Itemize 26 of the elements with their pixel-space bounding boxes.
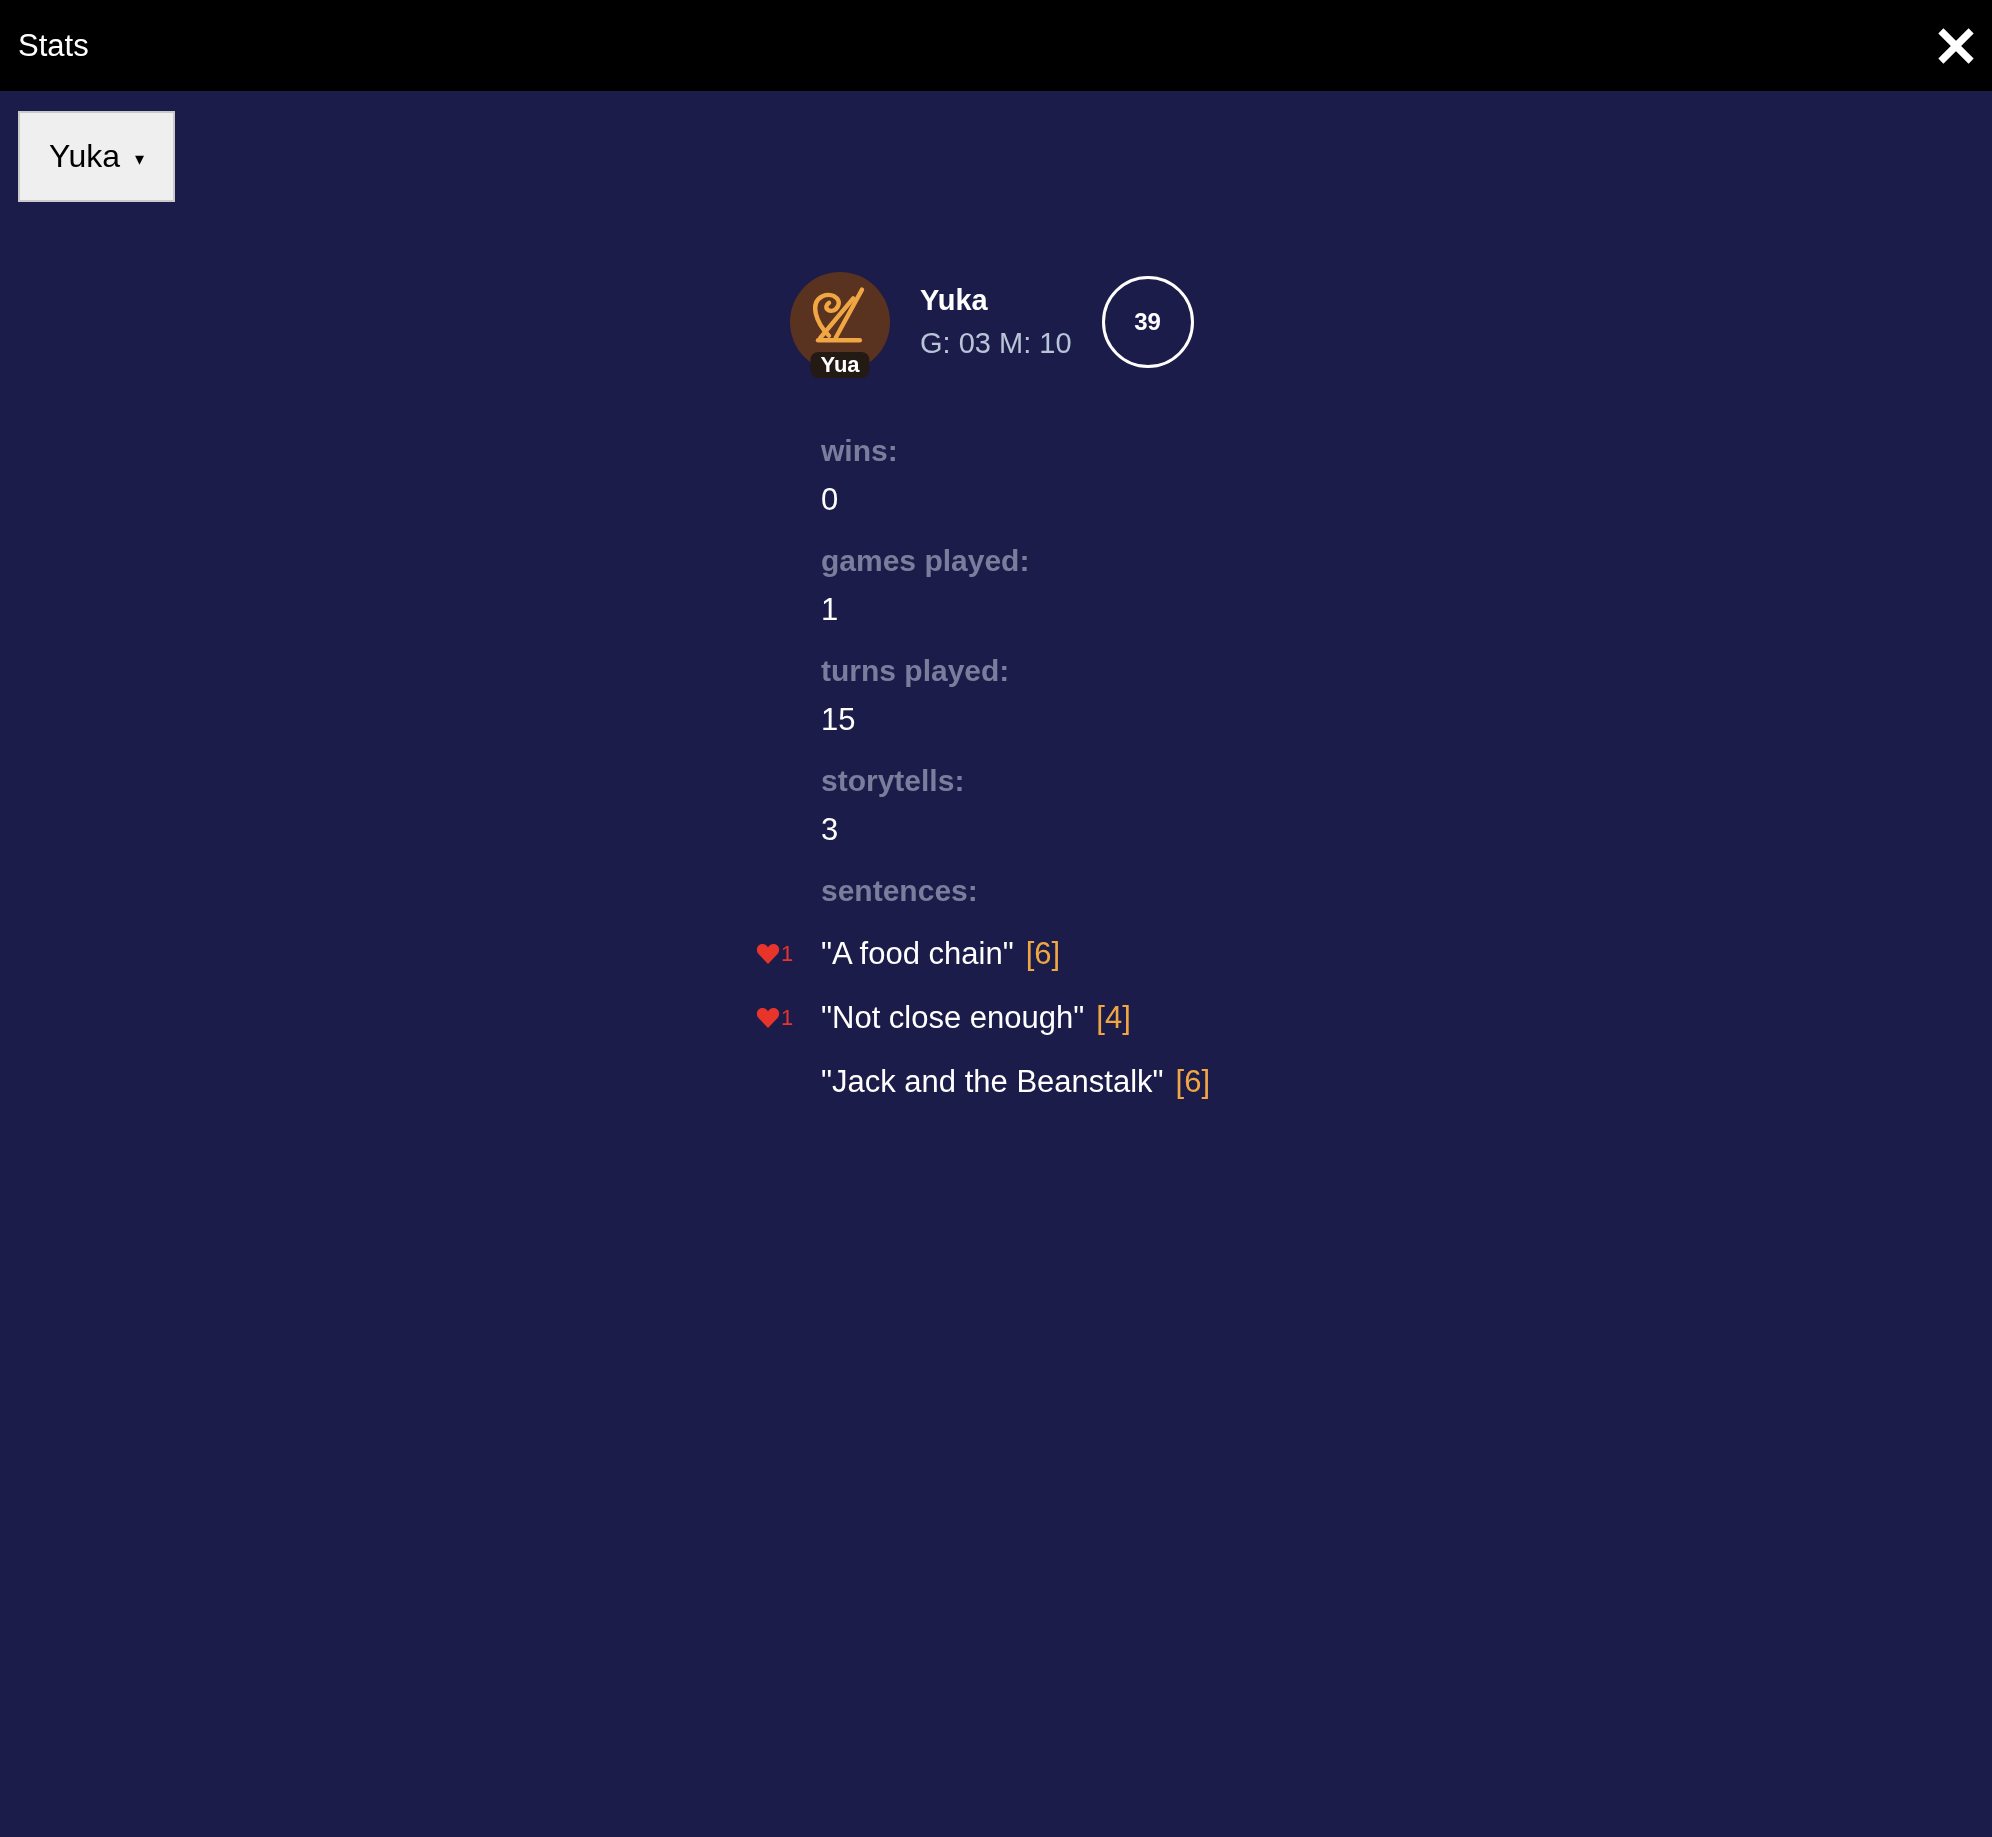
avatar-label: Yua [810,352,870,378]
stat-label: storytells: [821,764,966,798]
sentence-text: "Jack and the Beanstalk" [821,1064,1164,1100]
player-name: Yuka [920,284,989,317]
stat-value: 1 [821,592,840,628]
score-badge: 39 [1101,276,1194,368]
stat-label: games played: [821,544,1031,578]
sentence-text: "Not close enough" [821,1000,1085,1036]
like-count: 1 [781,941,794,967]
stat-value: 15 [821,702,857,738]
sentence-count: [6] [1025,936,1061,972]
close-icon[interactable] [1938,27,1974,64]
stat-label: wins: [821,434,899,468]
stat-label: sentences: [821,874,979,908]
stat-value: 0 [821,482,840,518]
sentence-text: "A food chain" [821,936,1014,972]
heart-icon [756,943,780,965]
stat-value: 3 [821,812,840,848]
window-title: Stats [18,27,89,64]
player-dropdown[interactable]: Yuka ▾ [18,111,175,202]
heart-icon [756,1007,780,1029]
like-count: 1 [781,1005,794,1031]
stat-label: turns played: [821,654,1011,688]
sentence-count: [4] [1096,1000,1131,1036]
player-detail: G: 03 M: 10 [920,327,1072,360]
sentence-count: [6] [1175,1064,1210,1100]
